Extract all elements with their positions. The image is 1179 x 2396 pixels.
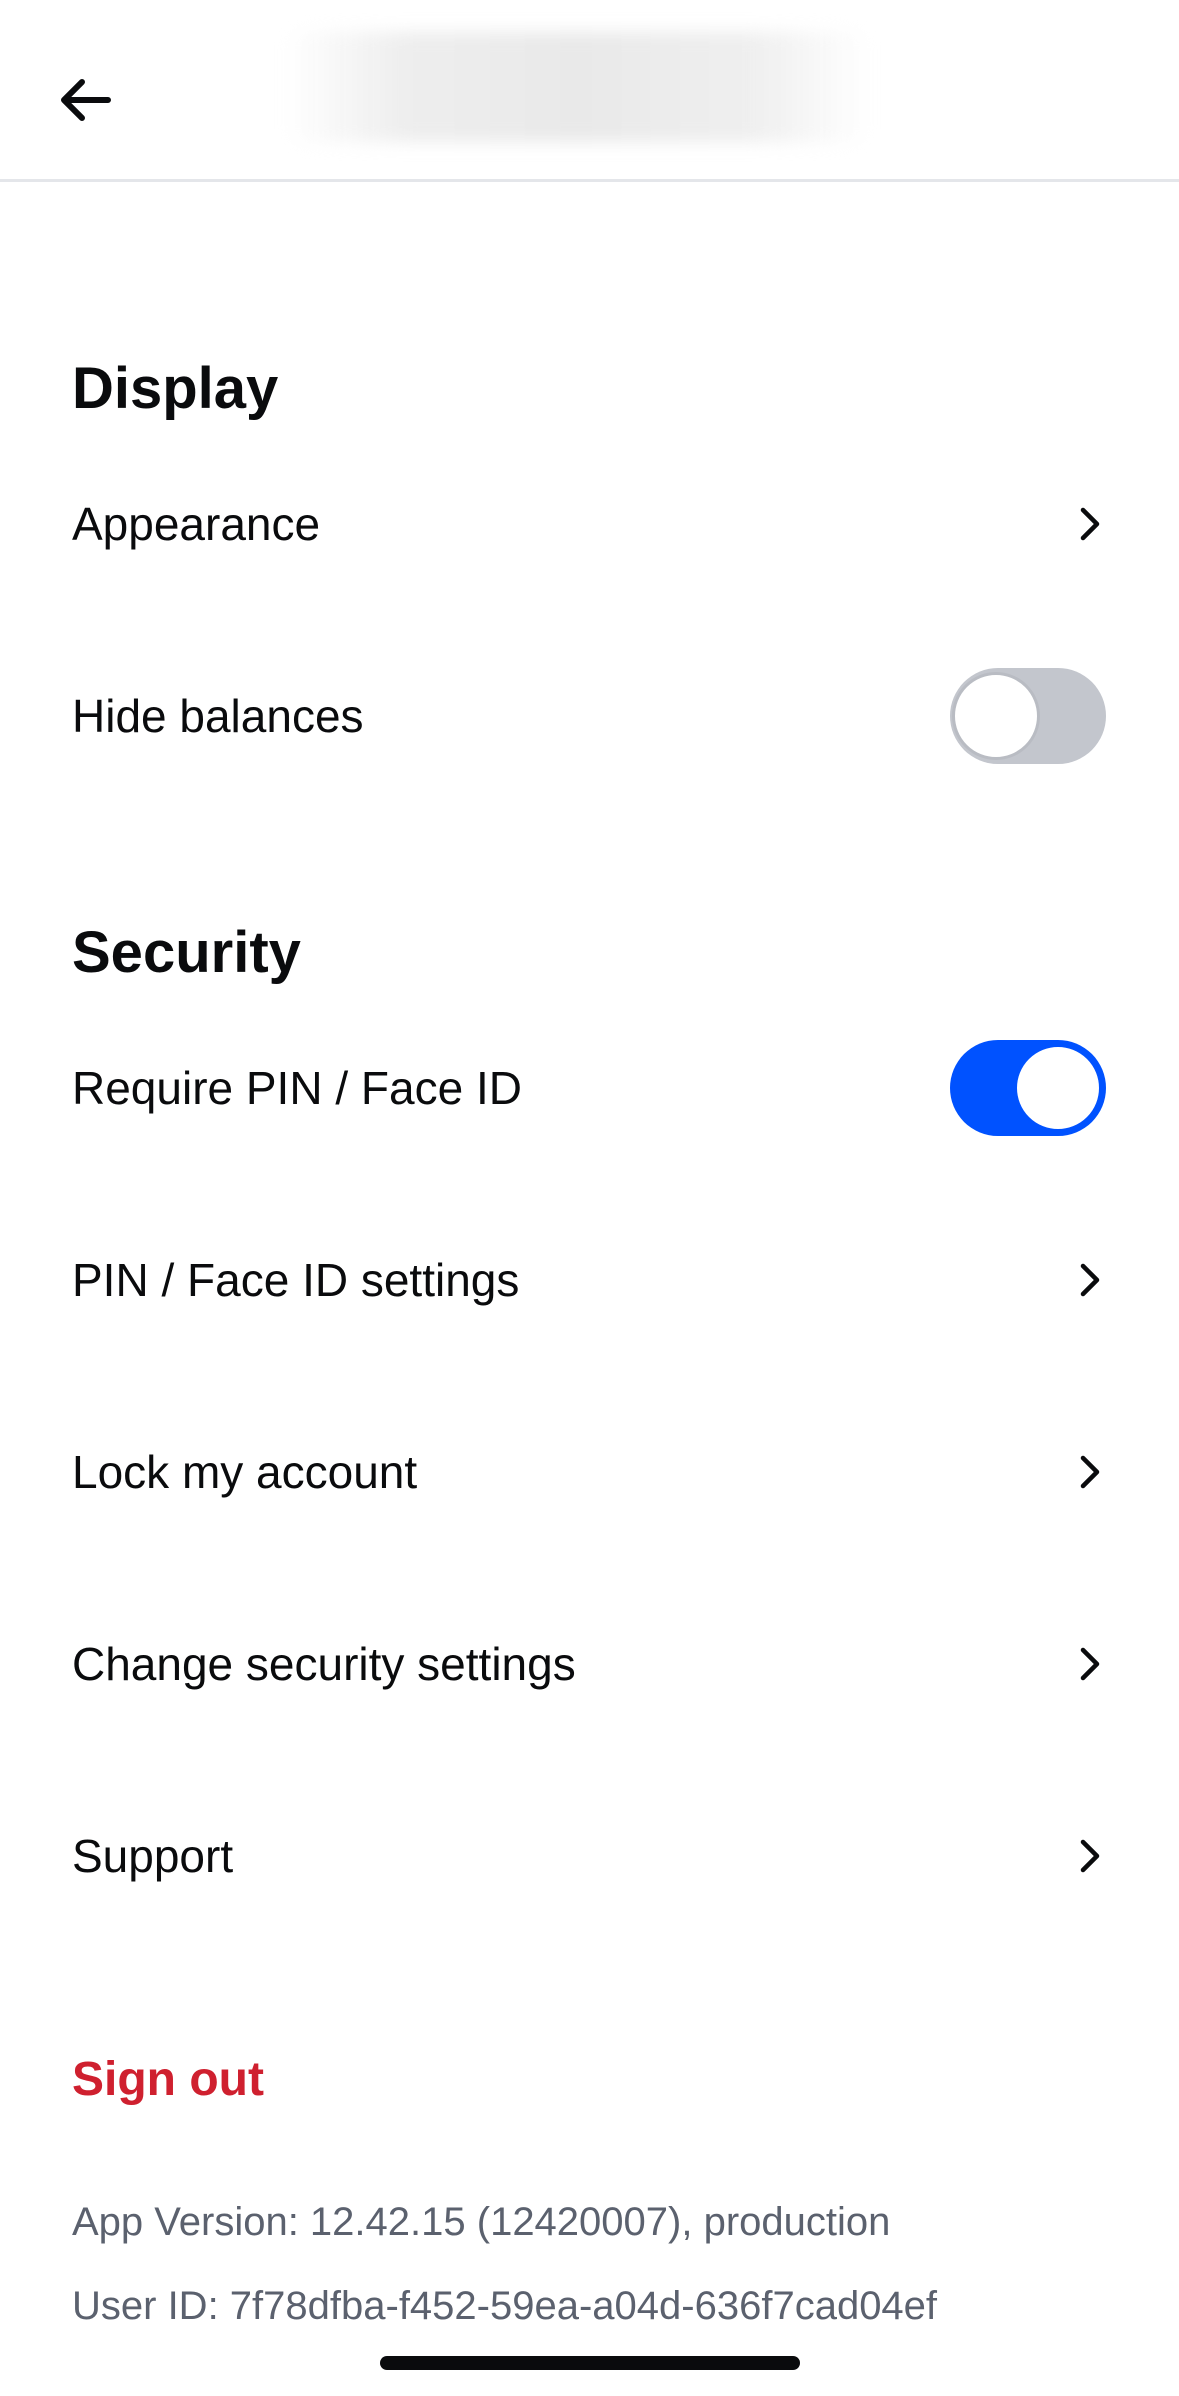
section-title-display: Display	[72, 356, 279, 421]
hide-balances-toggle[interactable]	[950, 668, 1106, 764]
arrow-left-icon	[61, 79, 111, 121]
require-pin-row: Require PIN / Face ID	[0, 1008, 1179, 1168]
require-pin-toggle[interactable]	[950, 1040, 1106, 1136]
change-security-label: Change security settings	[72, 1638, 576, 1690]
blurred-header-title	[285, 32, 870, 142]
chevron-right-icon	[1070, 1452, 1110, 1492]
user-id-text: User ID: 7f78dfba-f452-59ea-a04d-636f7ca…	[72, 2284, 938, 2328]
appearance-row[interactable]: Appearance	[0, 444, 1179, 604]
home-indicator	[380, 2356, 800, 2370]
back-button[interactable]	[40, 60, 130, 140]
hide-balances-label: Hide balances	[72, 690, 364, 742]
chevron-right-icon	[1070, 504, 1110, 544]
lock-account-label: Lock my account	[72, 1446, 418, 1498]
chevron-right-icon	[1070, 1836, 1110, 1876]
toggle-knob	[952, 672, 1040, 760]
app-version-text: App Version: 12.42.15 (12420007), produc…	[72, 2200, 891, 2244]
support-row[interactable]: Support	[0, 1776, 1179, 1936]
header-bar	[0, 0, 1179, 182]
require-pin-label: Require PIN / Face ID	[72, 1062, 522, 1114]
hide-balances-row: Hide balances	[0, 636, 1179, 796]
appearance-label: Appearance	[72, 498, 321, 550]
change-security-row[interactable]: Change security settings	[0, 1584, 1179, 1744]
sign-out-button[interactable]: Sign out	[72, 2056, 264, 2104]
section-title-security: Security	[72, 920, 301, 985]
toggle-knob	[1014, 1044, 1102, 1132]
pin-settings-label: PIN / Face ID settings	[72, 1254, 520, 1306]
chevron-right-icon	[1070, 1644, 1110, 1684]
lock-account-row[interactable]: Lock my account	[0, 1392, 1179, 1552]
chevron-right-icon	[1070, 1260, 1110, 1300]
support-label: Support	[72, 1830, 234, 1882]
pin-settings-row[interactable]: PIN / Face ID settings	[0, 1200, 1179, 1360]
